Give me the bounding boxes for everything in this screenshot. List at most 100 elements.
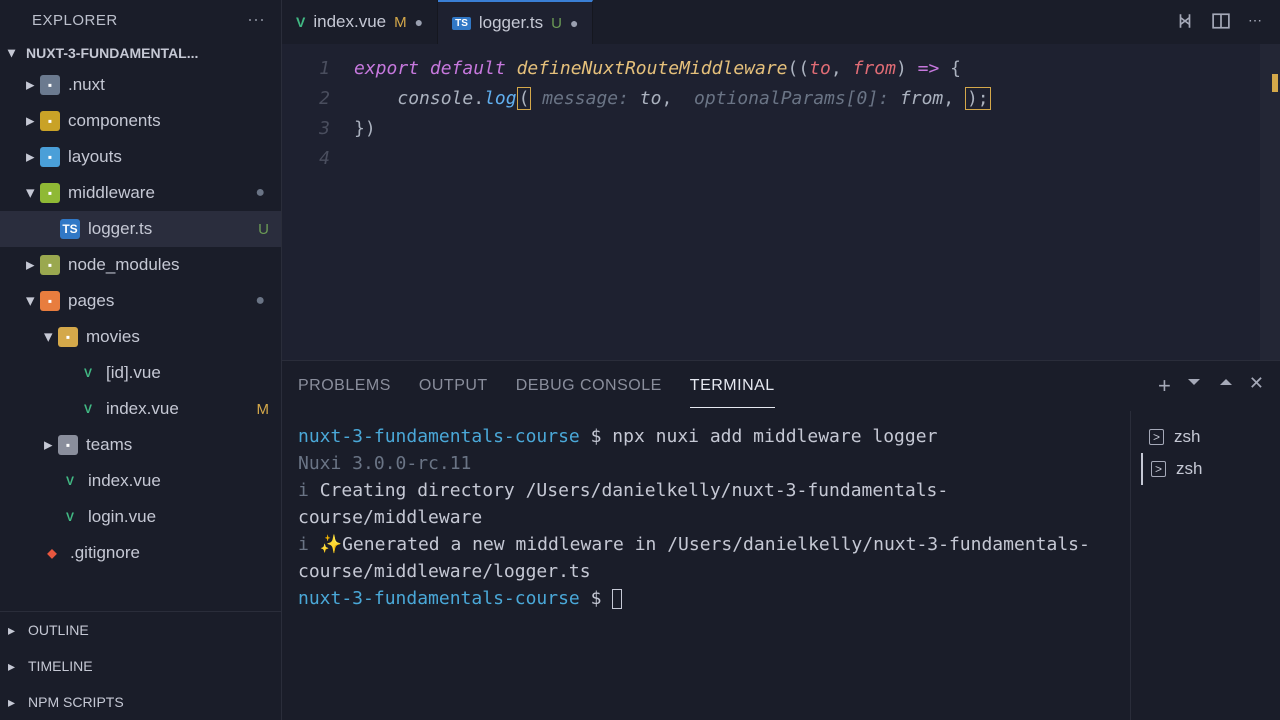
- vue-icon: V: [296, 14, 305, 30]
- file-name: index.vue: [88, 471, 281, 491]
- file-name: logger.ts: [88, 219, 258, 239]
- file-name: login.vue: [88, 507, 281, 527]
- git-icon: ◆: [42, 543, 62, 563]
- tab-label: logger.ts: [479, 13, 543, 33]
- terminal-split-dropdown-icon[interactable]: [1185, 373, 1203, 399]
- tree-item-layouts[interactable]: ▪ layouts: [0, 139, 281, 175]
- bottom-panel: PROBLEMS OUTPUT DEBUG CONSOLE TERMINAL +…: [282, 360, 1280, 720]
- chevron-right-icon: [26, 111, 40, 131]
- code-editor[interactable]: 1 2 3 4 export default defineNuxtRouteMi…: [282, 44, 1280, 360]
- code-content[interactable]: export default defineNuxtRouteMiddleware…: [354, 54, 1280, 360]
- shell-zsh-1[interactable]: >zsh: [1141, 421, 1270, 453]
- folder-icon: ▪: [40, 183, 60, 203]
- explorer-header: EXPLORER ⋯: [0, 0, 281, 40]
- tab-terminal[interactable]: TERMINAL: [690, 365, 775, 408]
- modified-dot-icon: ●: [255, 292, 265, 310]
- chevron-down-icon: [26, 183, 40, 203]
- tree-item-movies[interactable]: ▪ movies: [0, 319, 281, 355]
- typescript-icon: TS: [452, 17, 471, 30]
- shell-zsh-2[interactable]: >zsh: [1141, 453, 1270, 485]
- folder-icon: ▪: [40, 291, 60, 311]
- folder-icon: ▪: [58, 435, 78, 455]
- tab-git-status: U: [551, 15, 562, 32]
- tree-item-index-vue[interactable]: Vindex.vue: [0, 463, 281, 499]
- more-icon[interactable]: ⋯: [247, 10, 265, 31]
- file-name: node_modules: [68, 255, 281, 275]
- typescript-icon: TS: [60, 219, 80, 239]
- dirty-indicator-icon: ●: [415, 14, 423, 30]
- tab-debug-console[interactable]: DEBUG CONSOLE: [516, 365, 662, 407]
- tree-item-login-vue[interactable]: Vlogin.vue: [0, 499, 281, 535]
- main-area: Vindex.vue M ● TS logger.ts U ● ⋯ 1 2 3 4 expo…: [282, 0, 1280, 720]
- tree-item--gitignore[interactable]: ◆ .gitignore: [0, 535, 281, 571]
- git-status: M: [257, 401, 270, 418]
- file-tree: ▪.nuxt▪components▪layouts▪middleware●TSl…: [0, 65, 281, 611]
- tab-label: index.vue: [313, 12, 386, 32]
- terminal-output[interactable]: nuxt-3-fundamentals-course $ npx nuxi ad…: [282, 411, 1130, 720]
- terminal-shells-list: >zsh >zsh: [1130, 411, 1280, 720]
- file-name: [id].vue: [106, 363, 281, 383]
- project-root[interactable]: NUXT-3-FUNDAMENTAL...: [0, 40, 281, 65]
- line-gutter: 1 2 3 4: [282, 54, 354, 360]
- folder-icon: ▪: [40, 147, 60, 167]
- code-line-3[interactable]: }): [354, 114, 1280, 144]
- explorer-title: EXPLORER: [32, 12, 118, 29]
- tree-item-index-vue[interactable]: Vindex.vueM: [0, 391, 281, 427]
- sidebar-bottom-sections: OUTLINE TIMELINE NPM SCRIPTS: [0, 611, 281, 720]
- vue-icon: V: [60, 471, 80, 491]
- file-name: index.vue: [106, 399, 257, 419]
- chevron-right-icon: [8, 622, 22, 639]
- tab-actions: ⋯: [1176, 12, 1280, 33]
- file-name: .gitignore: [70, 543, 281, 563]
- compare-icon[interactable]: [1176, 12, 1194, 33]
- project-name-label: NUXT-3-FUNDAMENTAL...: [26, 45, 198, 61]
- editor-tab-logger-ts[interactable]: TS logger.ts U ●: [438, 0, 593, 44]
- panel-actions: + ✕: [1158, 373, 1264, 399]
- timeline-section[interactable]: TIMELINE: [0, 648, 281, 684]
- file-name: components: [68, 111, 281, 131]
- chevron-right-icon: [26, 255, 40, 275]
- git-status: U: [258, 221, 269, 238]
- split-editor-icon[interactable]: [1212, 12, 1230, 33]
- folder-icon: ▪: [40, 75, 60, 95]
- tree-item-middleware[interactable]: ▪middleware●: [0, 175, 281, 211]
- code-line-4[interactable]: [354, 144, 1280, 174]
- tree-item--nuxt[interactable]: ▪.nuxt: [0, 67, 281, 103]
- folder-icon: ▪: [58, 327, 78, 347]
- tree-item-teams[interactable]: ▪ teams: [0, 427, 281, 463]
- file-name: pages: [68, 291, 255, 311]
- tab-output[interactable]: OUTPUT: [419, 365, 488, 407]
- file-name: middleware: [68, 183, 255, 203]
- editor-tabs: Vindex.vue M ● TS logger.ts U ● ⋯: [282, 0, 1280, 44]
- dirty-indicator-icon: ●: [570, 15, 578, 31]
- chevron-right-icon: [26, 147, 40, 167]
- minimap[interactable]: [1260, 44, 1280, 360]
- panel-tabs: PROBLEMS OUTPUT DEBUG CONSOLE TERMINAL +…: [282, 361, 1280, 411]
- tab-git-status: M: [394, 14, 407, 31]
- terminal-cursor: [612, 589, 622, 609]
- code-line-2[interactable]: console.log( message: to, optionalParams…: [354, 84, 1280, 114]
- file-name: layouts: [68, 147, 281, 167]
- outline-section[interactable]: OUTLINE: [0, 612, 281, 648]
- maximize-panel-icon[interactable]: [1217, 373, 1235, 399]
- chevron-right-icon: [44, 435, 58, 455]
- file-name: teams: [86, 435, 281, 455]
- chevron-right-icon: [26, 75, 40, 95]
- npm-scripts-section[interactable]: NPM SCRIPTS: [0, 684, 281, 720]
- tree-item-pages[interactable]: ▪ pages●: [0, 283, 281, 319]
- file-name: movies: [86, 327, 281, 347]
- tree-item-logger-ts[interactable]: TS logger.tsU: [0, 211, 281, 247]
- tab-problems[interactable]: PROBLEMS: [298, 365, 391, 407]
- chevron-down-icon: [8, 44, 22, 61]
- folder-icon: ▪: [40, 255, 60, 275]
- close-panel-icon[interactable]: ✕: [1249, 373, 1264, 399]
- new-terminal-icon[interactable]: +: [1158, 373, 1171, 399]
- editor-tab-index-vue[interactable]: Vindex.vue M ●: [282, 0, 438, 44]
- terminal-icon: >: [1149, 429, 1164, 445]
- tree-item--id--vue[interactable]: V[id].vue: [0, 355, 281, 391]
- vue-icon: V: [78, 399, 98, 419]
- tree-item-node-modules[interactable]: ▪ node_modules: [0, 247, 281, 283]
- more-actions-icon[interactable]: ⋯: [1248, 12, 1262, 33]
- code-line-1[interactable]: export default defineNuxtRouteMiddleware…: [354, 54, 1280, 84]
- tree-item-components[interactable]: ▪components: [0, 103, 281, 139]
